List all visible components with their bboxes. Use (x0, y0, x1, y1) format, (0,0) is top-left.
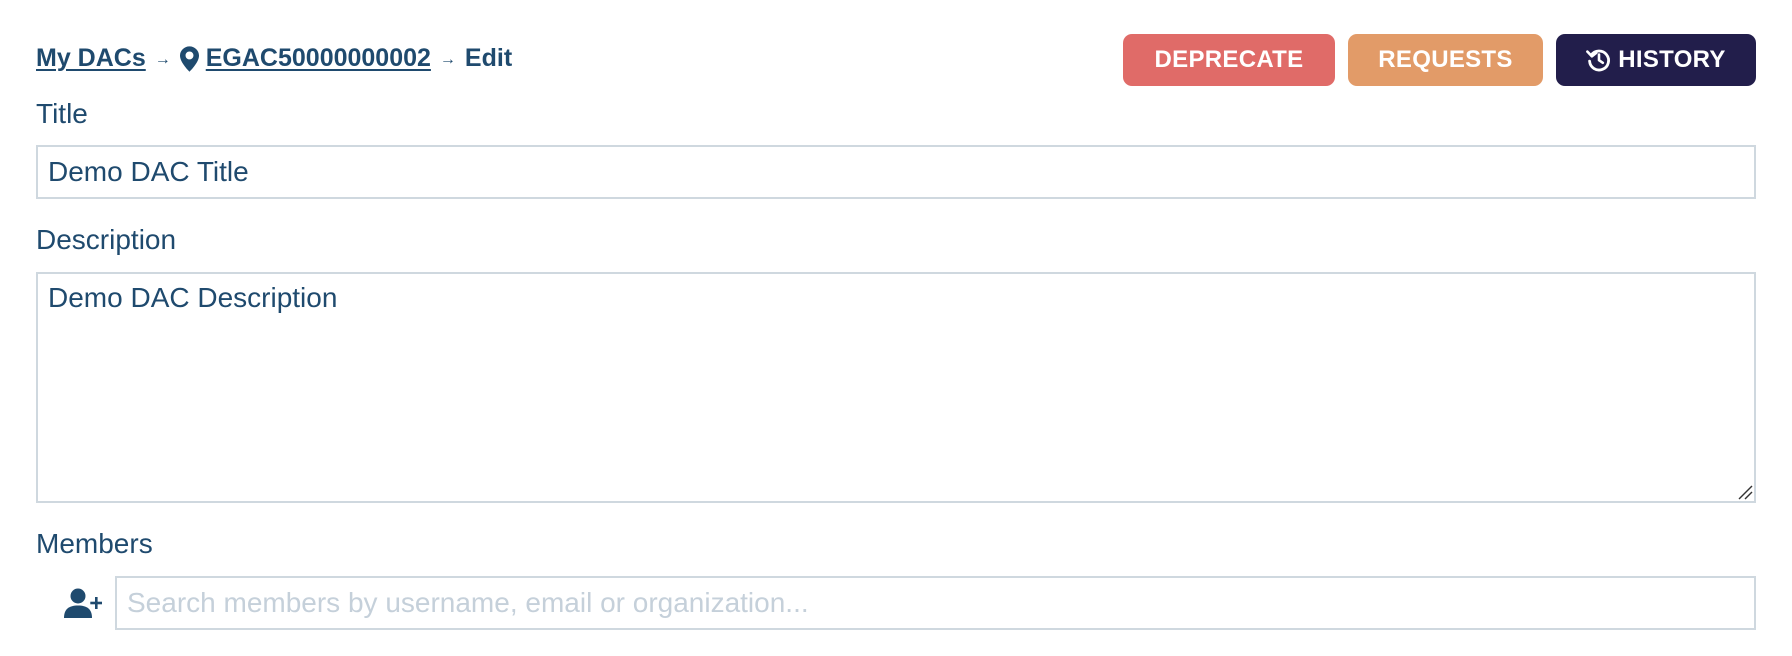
breadcrumb: My DACs → EGAC50000000002 → Edit (36, 44, 512, 73)
title-label: Title (36, 98, 88, 129)
breadcrumb-dac-id-link[interactable]: EGAC50000000002 (206, 44, 431, 73)
requests-button[interactable]: REQUESTS (1348, 34, 1543, 86)
description-textarea[interactable]: Demo DAC Description (36, 272, 1756, 503)
description-label: Description (36, 224, 177, 255)
breadcrumb-separator: → (439, 50, 456, 68)
members-label: Members (36, 528, 153, 559)
title-input[interactable] (36, 145, 1756, 199)
resize-handle-icon[interactable] (1737, 484, 1753, 500)
header-actions: DEPRECATE REQUESTS HISTORY (1123, 34, 1756, 86)
members-search-input[interactable] (115, 576, 1756, 630)
history-button[interactable]: HISTORY (1556, 34, 1756, 86)
breadcrumb-current: Edit (464, 44, 513, 72)
history-button-label: HISTORY (1618, 46, 1726, 73)
page-header: My DACs → EGAC50000000002 → Edit DEPRECA… (36, 34, 1756, 86)
history-icon (1586, 47, 1612, 73)
user-plus-icon (64, 588, 103, 618)
breadcrumb-my-dacs-link[interactable]: My DACs (36, 44, 146, 73)
map-marker-icon (179, 45, 199, 72)
deprecate-button[interactable]: DEPRECATE (1123, 34, 1335, 86)
breadcrumb-separator: → (154, 50, 171, 68)
members-search-row (36, 576, 1756, 630)
